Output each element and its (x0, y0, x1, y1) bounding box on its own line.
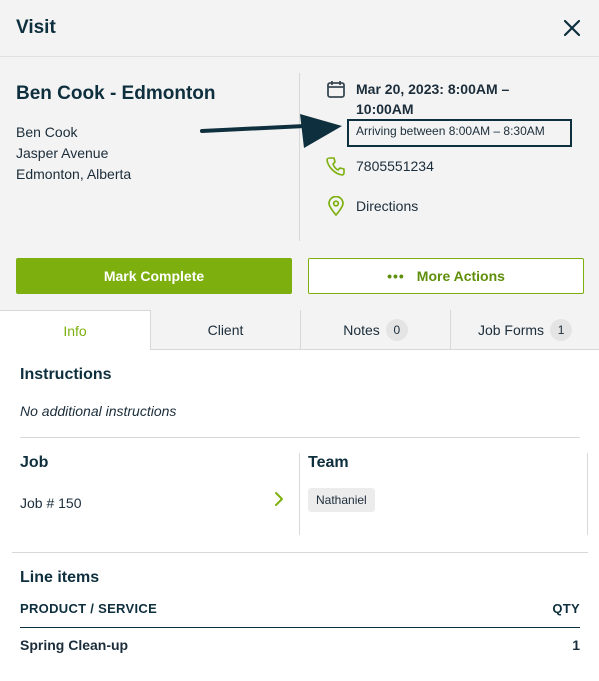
table-header-rule (20, 627, 580, 628)
client-street: Jasper Avenue (16, 145, 109, 161)
qty-column-header: QTY (552, 601, 580, 616)
job-forms-count-badge: 1 (550, 319, 573, 341)
notes-count-badge: 0 (385, 319, 408, 341)
instructions-heading: Instructions (20, 366, 112, 383)
divider (12, 552, 588, 553)
tab-client[interactable]: Client (150, 310, 300, 350)
job-link[interactable]: Job # 150 (20, 495, 82, 511)
more-actions-label: More Actions (416, 268, 505, 284)
directions-link[interactable]: Directions (356, 198, 418, 214)
arrival-window: Arriving between 8:00AM – 8:30AM (356, 124, 545, 138)
mark-complete-button[interactable]: Mark Complete (16, 258, 292, 294)
job-heading: Job (20, 454, 49, 471)
tab-bar: Info Client Notes 0 Job Forms 1 (0, 310, 599, 351)
client-title: Ben Cook - Edmonton (16, 83, 216, 104)
visit-date: Mar 20, 2023: 8:00AM – 10:00AM (356, 81, 510, 117)
tab-info[interactable]: Info (0, 310, 150, 351)
tab-notes[interactable]: Notes 0 (300, 310, 450, 350)
tab-job-forms[interactable]: Job Forms 1 (450, 310, 599, 350)
divider (20, 437, 580, 438)
team-member-chip: Nathaniel (308, 488, 375, 512)
dialog-header: Visit (0, 0, 599, 57)
summary-divider (299, 73, 300, 241)
product-column-header: PRODUCT / SERVICE (20, 601, 158, 616)
team-heading: Team (308, 454, 349, 471)
line-item-name: Spring Clean-up (20, 637, 129, 653)
job-team-divider (299, 453, 300, 535)
team-right-border (587, 453, 588, 535)
client-city: Edmonton, Alberta (16, 166, 132, 182)
client-name: Ben Cook (16, 124, 78, 140)
dialog-title: Visit (16, 17, 56, 38)
line-items-heading: Line items (20, 569, 100, 586)
arrow-icon (200, 114, 342, 148)
chevron-right-icon[interactable] (272, 491, 286, 507)
instructions-text: No additional instructions (20, 403, 177, 419)
calendar-icon (326, 79, 346, 99)
phone-link[interactable]: 7805551234 (356, 158, 434, 174)
more-dots-icon: ••• (387, 268, 405, 284)
more-actions-button[interactable]: ••• More Actions (308, 258, 584, 294)
location-pin-icon[interactable] (326, 195, 346, 217)
close-icon[interactable] (560, 16, 584, 40)
line-item-qty: 1 (572, 637, 580, 653)
visit-summary: Ben Cook - Edmonton Ben Cook Jasper Aven… (0, 57, 599, 310)
phone-icon[interactable] (326, 156, 346, 176)
